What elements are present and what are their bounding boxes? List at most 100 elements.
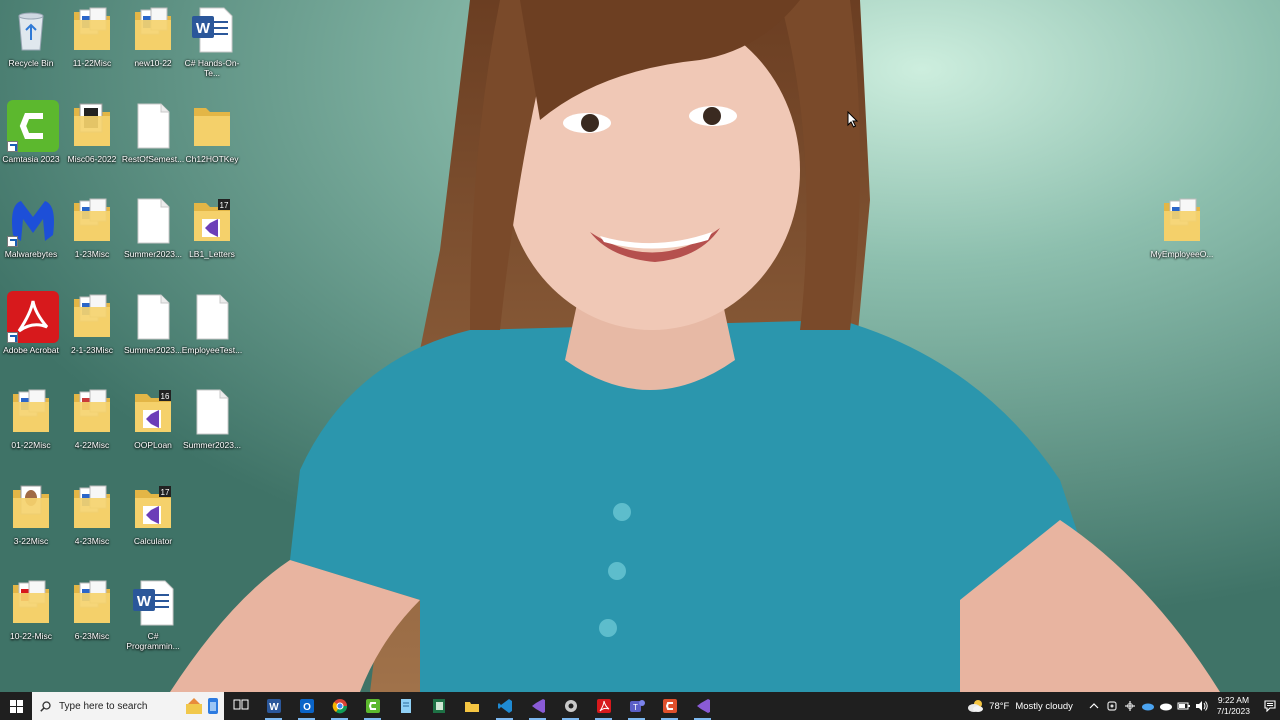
desktop-icon-malwarebytes[interactable]: Malwarebytes [0,191,62,281]
folder-vs16-icon: 16 [129,386,177,438]
camtasia-icon [365,699,380,713]
snipping-tool-icon[interactable] [1123,699,1137,713]
blank-icon [129,195,177,247]
desktop-icon-myemployeeo[interactable]: MyEmployeeO... [1151,191,1213,281]
desktop-icon-label: 3-22Misc [13,536,49,546]
taskbar-word-button[interactable]: W [257,692,290,720]
camtasia-icon [7,100,59,152]
search-icon [40,700,51,712]
desktop-icon-recycle-bin[interactable]: Recycle Bin [0,0,62,90]
desktop-icon-4-23misc[interactable]: 4-23Misc [61,478,123,568]
taskbar-teams-button[interactable]: T [620,692,653,720]
desktop-icon-01-22misc[interactable]: 01-22Misc [0,382,62,472]
desktop-icon-camtasia-2023[interactable]: Camtasia 2023 [0,96,62,186]
desktop-icon-6-23misc[interactable]: 6-23Misc [61,573,123,663]
desktop-icon-summer2023[interactable]: Summer2023... [181,382,243,472]
cloud-icon[interactable] [1159,699,1173,713]
volume-icon[interactable] [1195,699,1209,713]
desktop-icon-adobe-acrobat[interactable]: Adobe Acrobat [0,287,62,377]
word-icon: W [129,577,177,629]
search-highlight-icon [186,698,218,714]
chevron-up-icon[interactable] [1087,699,1101,713]
blank-icon [188,291,236,343]
desktop-icon-3-22misc[interactable]: 3-22Misc [0,478,62,568]
desktop-icon-4-22misc[interactable]: 4-22Misc [61,382,123,472]
onedrive-icon[interactable] [1141,699,1155,713]
taskbar-task-view-button[interactable] [224,692,257,720]
start-button[interactable] [0,692,32,720]
network-status-icon[interactable] [1105,699,1119,713]
taskbar-visual-studio-button[interactable] [521,692,554,720]
chrome-icon [332,699,347,714]
desktop-icon-label: Summer2023... [123,249,183,259]
svg-text:W: W [196,20,211,37]
desktop-icon-label: 1-23Misc [74,249,110,259]
taskbar-search-box[interactable]: Type here to search [32,692,224,720]
system-tray: 78°F Mostly cloudy 9:22 AM 7/1/2023 [967,692,1280,720]
desktop-icon-label: 4-22Misc [74,440,110,450]
desktop-icon-1-23misc[interactable]: 1-23Misc [61,191,123,281]
folder-docs-icon [68,291,116,343]
desktop-icon-employeetest[interactable]: EmployeeTest... [181,287,243,377]
recycle-icon [7,4,55,56]
taskbar-chrome-button[interactable] [323,692,356,720]
taskbar-excel-button[interactable] [422,692,455,720]
desktop-icon-label: EmployeeTest... [181,345,243,355]
desktop-icon-11-22misc[interactable]: 11-22Misc [61,0,123,90]
taskbar-visual-studio-2-button[interactable] [686,692,719,720]
vscode-icon [497,699,512,713]
svg-text:W: W [269,702,279,713]
taskbar-file-explorer-button[interactable] [455,692,488,720]
taskbar-outlook-button[interactable]: O [290,692,323,720]
desktop-icon-label: MyEmployeeO... [1150,249,1214,259]
taskbar-camtasia-recorder-button[interactable] [653,692,686,720]
svg-text:17: 17 [161,488,170,497]
visual-studio-icon [531,699,545,713]
taskbar-clock[interactable]: 9:22 AM 7/1/2023 [1217,695,1250,717]
desktop-icon-summer2023[interactable]: Summer2023... [122,287,184,377]
desktop-icon-c-programmin[interactable]: W C# Programmin... [122,573,184,663]
desktop-icon-c-hands-on-te[interactable]: W C# Hands-On-Te... [181,0,243,90]
desktop-icon-calculator[interactable]: 17 Calculator [122,478,184,568]
desktop-icon-2-1-23misc[interactable]: 2-1-23Misc [61,287,123,377]
desktop-icon-new10-22[interactable]: new10-22 [122,0,184,90]
acrobat-icon [7,291,59,343]
shortcut-arrow-icon [7,332,18,343]
desktop-icon-label: Summer2023... [123,345,183,355]
excel-icon [432,699,445,713]
file-explorer-icon [464,702,479,712]
folder-docs-icon [7,386,55,438]
folder-docs-icon [68,482,116,534]
svg-text:17: 17 [220,201,229,210]
notification-center-button[interactable] [1260,692,1280,720]
taskbar-vscode-button[interactable] [488,692,521,720]
desktop-icon-lb1-letters[interactable]: 17 LB1_Letters [181,191,243,281]
desktop-icon-ch12hotkey[interactable]: Ch12HOTKey [181,96,243,186]
desktop-icon-10-22-misc[interactable]: 10-22-Misc [0,573,62,663]
desktop-icon-summer2023[interactable]: Summer2023... [122,191,184,281]
taskbar-camtasia-button[interactable] [356,692,389,720]
desktop-icon-restofsemest[interactable]: RestOfSemest... [122,96,184,186]
weather-widget[interactable]: 78°F Mostly cloudy [967,699,1073,713]
svg-text:W: W [137,593,152,610]
taskbar-acrobat-button[interactable] [587,692,620,720]
desktop-icon-ooploan[interactable]: 16 OOPLoan [122,382,184,472]
folder-dark-icon [68,100,116,152]
blank-icon [188,386,236,438]
folder-photo-icon [7,482,55,534]
taskbar-settings-button[interactable] [554,692,587,720]
battery-icon[interactable] [1177,699,1191,713]
task-view-icon [233,699,248,710]
desktop-icon-label: OOPLoan [134,440,172,450]
desktop-icon-label: 4-23Misc [74,536,110,546]
word-icon: W [266,699,281,713]
desktop-icon-label: Summer2023... [182,440,242,450]
outlook-icon: O [299,699,314,713]
folder-icon [188,100,236,152]
desktop-icon-misc06-2022[interactable]: Misc06-2022 [61,96,123,186]
search-placeholder: Type here to search [59,700,148,712]
windows-logo-icon [9,699,23,713]
svg-text:16: 16 [161,392,170,401]
taskbar-notepad-button[interactable] [389,692,422,720]
desktop-icon-label: Adobe Acrobat [3,345,59,355]
